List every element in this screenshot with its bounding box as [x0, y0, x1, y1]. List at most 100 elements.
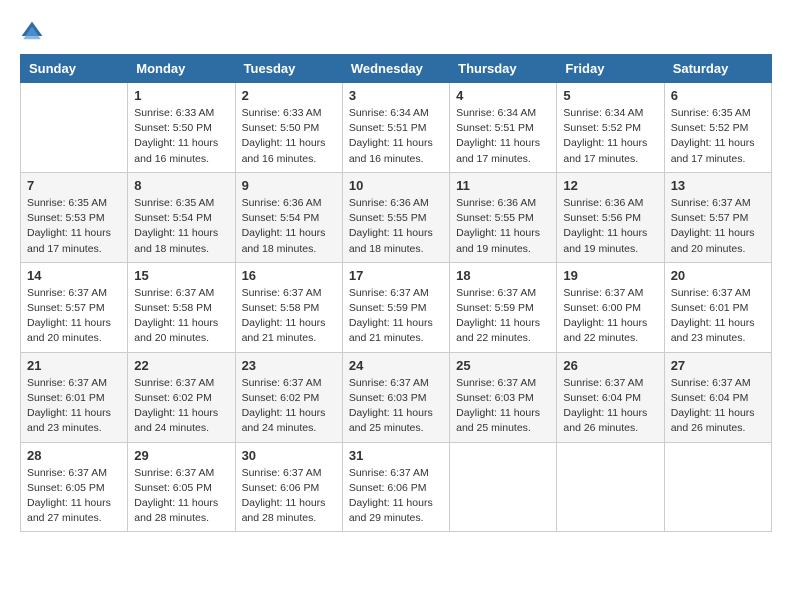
day-info: Sunrise: 6:37 AMSunset: 5:59 PMDaylight:…	[349, 286, 443, 347]
day-info: Sunrise: 6:36 AMSunset: 5:55 PMDaylight:…	[349, 196, 443, 257]
day-number: 3	[349, 88, 443, 103]
day-number: 15	[134, 268, 228, 283]
day-number: 17	[349, 268, 443, 283]
day-info: Sunrise: 6:34 AMSunset: 5:51 PMDaylight:…	[349, 106, 443, 167]
day-info: Sunrise: 6:37 AMSunset: 6:03 PMDaylight:…	[456, 376, 550, 437]
calendar-cell: 18Sunrise: 6:37 AMSunset: 5:59 PMDayligh…	[450, 262, 557, 352]
calendar-cell: 22 Sunrise: 6:37 AMSunset: 6:02 PMDayligh…	[128, 352, 235, 442]
day-info: Sunrise: 6:37 AMSunset: 6:03 PMDaylight:…	[349, 376, 443, 437]
day-number: 5	[563, 88, 657, 103]
day-info: Sunrise: 6:37 AMSunset: 6:00 PMDaylight:…	[563, 286, 657, 347]
calendar-cell: 20 Sunrise: 6:37 AMSunset: 6:01 PMDayligh…	[664, 262, 771, 352]
calendar-header-monday: Monday	[128, 55, 235, 83]
day-info: Sunrise: 6:36 AMSunset: 5:56 PMDaylight:…	[563, 196, 657, 257]
day-number: 25	[456, 358, 550, 373]
calendar-header-friday: Friday	[557, 55, 664, 83]
calendar-cell: 13 Sunrise: 6:37 AMSunset: 5:57 PMDayligh…	[664, 172, 771, 262]
calendar-cell: 4 Sunrise: 6:34 AMSunset: 5:51 PMDaylight…	[450, 83, 557, 173]
day-info: Sunrise: 6:36 AMSunset: 5:55 PMDaylight:…	[456, 196, 550, 257]
calendar-cell	[664, 442, 771, 532]
calendar-cell: 2 Sunrise: 6:33 AMSunset: 5:50 PMDaylight…	[235, 83, 342, 173]
day-number: 11	[456, 178, 550, 193]
logo-icon	[20, 20, 44, 44]
day-info: Sunrise: 6:34 AMSunset: 5:51 PMDaylight:…	[456, 106, 550, 167]
day-info: Sunrise: 6:35 AMSunset: 5:53 PMDaylight:…	[27, 196, 121, 257]
calendar-cell: 16Sunrise: 6:37 AMSunset: 5:58 PMDayligh…	[235, 262, 342, 352]
calendar-cell: 21Sunrise: 6:37 AMSunset: 6:01 PMDayligh…	[21, 352, 128, 442]
calendar-week-2: 7 Sunrise: 6:35 AMSunset: 5:53 PMDaylight…	[21, 172, 772, 262]
day-number: 4	[456, 88, 550, 103]
calendar-cell: 19 Sunrise: 6:37 AMSunset: 6:00 PMDayligh…	[557, 262, 664, 352]
day-number: 28	[27, 448, 121, 463]
calendar-cell: 25 Sunrise: 6:37 AMSunset: 6:03 PMDayligh…	[450, 352, 557, 442]
calendar-cell	[21, 83, 128, 173]
day-info: Sunrise: 6:37 AMSunset: 5:57 PMDaylight:…	[671, 196, 765, 257]
calendar-cell: 14 Sunrise: 6:37 AMSunset: 5:57 PMDayligh…	[21, 262, 128, 352]
calendar-cell: 9 Sunrise: 6:36 AMSunset: 5:54 PMDaylight…	[235, 172, 342, 262]
calendar-cell: 27 Sunrise: 6:37 AMSunset: 6:04 PMDayligh…	[664, 352, 771, 442]
calendar-week-5: 28 Sunrise: 6:37 AMSunset: 6:05 PMDayligh…	[21, 442, 772, 532]
calendar-cell	[557, 442, 664, 532]
calendar-cell: 24 Sunrise: 6:37 AMSunset: 6:03 PMDayligh…	[342, 352, 449, 442]
calendar-header-saturday: Saturday	[664, 55, 771, 83]
day-info: Sunrise: 6:37 AMSunset: 6:05 PMDaylight:…	[134, 466, 228, 527]
day-info: Sunrise: 6:33 AMSunset: 5:50 PMDaylight:…	[134, 106, 228, 167]
day-number: 7	[27, 178, 121, 193]
calendar-cell	[450, 442, 557, 532]
day-number: 8	[134, 178, 228, 193]
day-info: Sunrise: 6:33 AMSunset: 5:50 PMDaylight:…	[242, 106, 336, 167]
calendar-table: SundayMondayTuesdayWednesdayThursdayFrid…	[20, 54, 772, 532]
calendar-cell: 17 Sunrise: 6:37 AMSunset: 5:59 PMDayligh…	[342, 262, 449, 352]
calendar-cell: 5 Sunrise: 6:34 AMSunset: 5:52 PMDaylight…	[557, 83, 664, 173]
calendar-cell: 23Sunrise: 6:37 AMSunset: 6:02 PMDayligh…	[235, 352, 342, 442]
calendar-week-4: 21Sunrise: 6:37 AMSunset: 6:01 PMDayligh…	[21, 352, 772, 442]
day-info: Sunrise: 6:37 AMSunset: 6:06 PMDaylight:…	[242, 466, 336, 527]
day-number: 24	[349, 358, 443, 373]
calendar-cell: 3 Sunrise: 6:34 AMSunset: 5:51 PMDaylight…	[342, 83, 449, 173]
day-info: Sunrise: 6:37 AMSunset: 5:57 PMDaylight:…	[27, 286, 121, 347]
day-number: 31	[349, 448, 443, 463]
day-number: 2	[242, 88, 336, 103]
day-number: 10	[349, 178, 443, 193]
day-info: Sunrise: 6:35 AMSunset: 5:54 PMDaylight:…	[134, 196, 228, 257]
page-header	[20, 20, 772, 44]
day-number: 20	[671, 268, 765, 283]
day-number: 29	[134, 448, 228, 463]
day-number: 6	[671, 88, 765, 103]
day-number: 1	[134, 88, 228, 103]
day-info: Sunrise: 6:36 AMSunset: 5:54 PMDaylight:…	[242, 196, 336, 257]
day-number: 9	[242, 178, 336, 193]
day-info: Sunrise: 6:37 AMSunset: 6:01 PMDaylight:…	[671, 286, 765, 347]
calendar-week-3: 14 Sunrise: 6:37 AMSunset: 5:57 PMDayligh…	[21, 262, 772, 352]
day-number: 27	[671, 358, 765, 373]
calendar-header-tuesday: Tuesday	[235, 55, 342, 83]
calendar-cell: 11 Sunrise: 6:36 AMSunset: 5:55 PMDayligh…	[450, 172, 557, 262]
day-info: Sunrise: 6:37 AMSunset: 6:02 PMDaylight:…	[134, 376, 228, 437]
day-number: 26	[563, 358, 657, 373]
calendar-cell: 8 Sunrise: 6:35 AMSunset: 5:54 PMDaylight…	[128, 172, 235, 262]
day-info: Sunrise: 6:37 AMSunset: 6:01 PMDaylight:…	[27, 376, 121, 437]
day-info: Sunrise: 6:34 AMSunset: 5:52 PMDaylight:…	[563, 106, 657, 167]
day-number: 23	[242, 358, 336, 373]
day-info: Sunrise: 6:37 AMSunset: 6:04 PMDaylight:…	[671, 376, 765, 437]
calendar-cell: 15Sunrise: 6:37 AMSunset: 5:58 PMDayligh…	[128, 262, 235, 352]
calendar-header-row: SundayMondayTuesdayWednesdayThursdayFrid…	[21, 55, 772, 83]
day-number: 16	[242, 268, 336, 283]
calendar-cell: 30Sunrise: 6:37 AMSunset: 6:06 PMDayligh…	[235, 442, 342, 532]
day-number: 19	[563, 268, 657, 283]
calendar-header-thursday: Thursday	[450, 55, 557, 83]
day-info: Sunrise: 6:35 AMSunset: 5:52 PMDaylight:…	[671, 106, 765, 167]
day-info: Sunrise: 6:37 AMSunset: 5:59 PMDaylight:…	[456, 286, 550, 347]
calendar-header-wednesday: Wednesday	[342, 55, 449, 83]
calendar-header-sunday: Sunday	[21, 55, 128, 83]
day-number: 22	[134, 358, 228, 373]
calendar-cell: 7 Sunrise: 6:35 AMSunset: 5:53 PMDaylight…	[21, 172, 128, 262]
calendar-cell: 1 Sunrise: 6:33 AMSunset: 5:50 PMDaylight…	[128, 83, 235, 173]
day-number: 13	[671, 178, 765, 193]
calendar-cell: 28Sunrise: 6:37 AMSunset: 6:05 PMDayligh…	[21, 442, 128, 532]
day-info: Sunrise: 6:37 AMSunset: 6:04 PMDaylight:…	[563, 376, 657, 437]
calendar-cell: 31 Sunrise: 6:37 AMSunset: 6:06 PMDayligh…	[342, 442, 449, 532]
calendar-cell: 29 Sunrise: 6:37 AMSunset: 6:05 PMDayligh…	[128, 442, 235, 532]
day-info: Sunrise: 6:37 AMSunset: 6:06 PMDaylight:…	[349, 466, 443, 527]
day-number: 14	[27, 268, 121, 283]
